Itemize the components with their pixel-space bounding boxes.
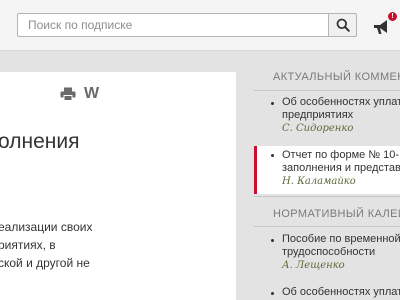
article-text: Пособие по временной трудоспособности А.… [282,233,400,272]
bullet [271,292,274,295]
article-text: Об особенностях уплат [282,286,400,299]
article-title-line: Пособие по временной [282,233,400,245]
article-author: Н. Каламайко [282,176,356,187]
word-icon: W [84,85,100,102]
notifications-button[interactable]: ! [372,12,397,37]
print-button[interactable] [60,87,76,101]
section-heading-actual-comment: АКТУАЛЬНЫЙ КОММЕНТ [273,71,400,83]
sidebar: АКТУАЛЬНЫЙ КОММЕНТ Об особенностях уплат… [254,50,400,300]
article-text: Отчет по форме № 10-П заполнения и предс… [282,149,400,188]
article-author: С. Сидоренко [282,123,354,134]
sidebar-article[interactable]: Об особенностях уплат [254,286,400,300]
article-text: Об особенностях уплаты предприятиях С. С… [282,96,400,135]
article-title-line: предприятиях [282,109,354,121]
search-form [17,13,357,37]
top-bar: ! [0,0,400,51]
document-title: олнения [0,130,80,153]
export-word-button[interactable]: W [84,86,99,102]
article-title-line: трудоспособности [282,246,376,258]
bullet [271,154,274,157]
section-heading-normative-calendar: НОРМАТИВНЫЙ КАЛЕЙ [273,208,400,220]
sidebar-article[interactable]: Пособие по временной трудоспособности А.… [254,233,400,279]
section-divider [254,226,400,227]
search-button[interactable] [328,13,357,37]
article-author: А. Лещенко [282,260,345,271]
article-title-line: заполнения и представл [282,162,400,174]
document-toolbar: W [60,86,99,102]
sidebar-article-active[interactable]: Отчет по форме № 10-П заполнения и предс… [254,146,400,194]
search-icon [336,18,350,32]
bullet [271,239,274,242]
notification-badge: ! [388,12,397,21]
document-line: ской и другой не [0,256,90,270]
document-line: еализации своих [0,220,93,234]
search-input[interactable] [17,13,329,37]
printer-icon [60,87,76,101]
sidebar-article[interactable]: Об особенностях уплаты предприятиях С. С… [254,96,400,142]
article-title-line: Об особенностях уплаты [282,96,400,108]
section-divider [254,90,400,91]
section-divider [254,196,400,197]
active-indicator [254,146,257,194]
document-line: риятиях, в [0,238,56,252]
bullet [271,102,274,105]
document-body: еализации своих риятиях, в ской и другой… [0,218,92,272]
article-title-line: Отчет по форме № 10-П [282,149,400,161]
article-title-line: Об особенностях уплат [282,286,400,298]
